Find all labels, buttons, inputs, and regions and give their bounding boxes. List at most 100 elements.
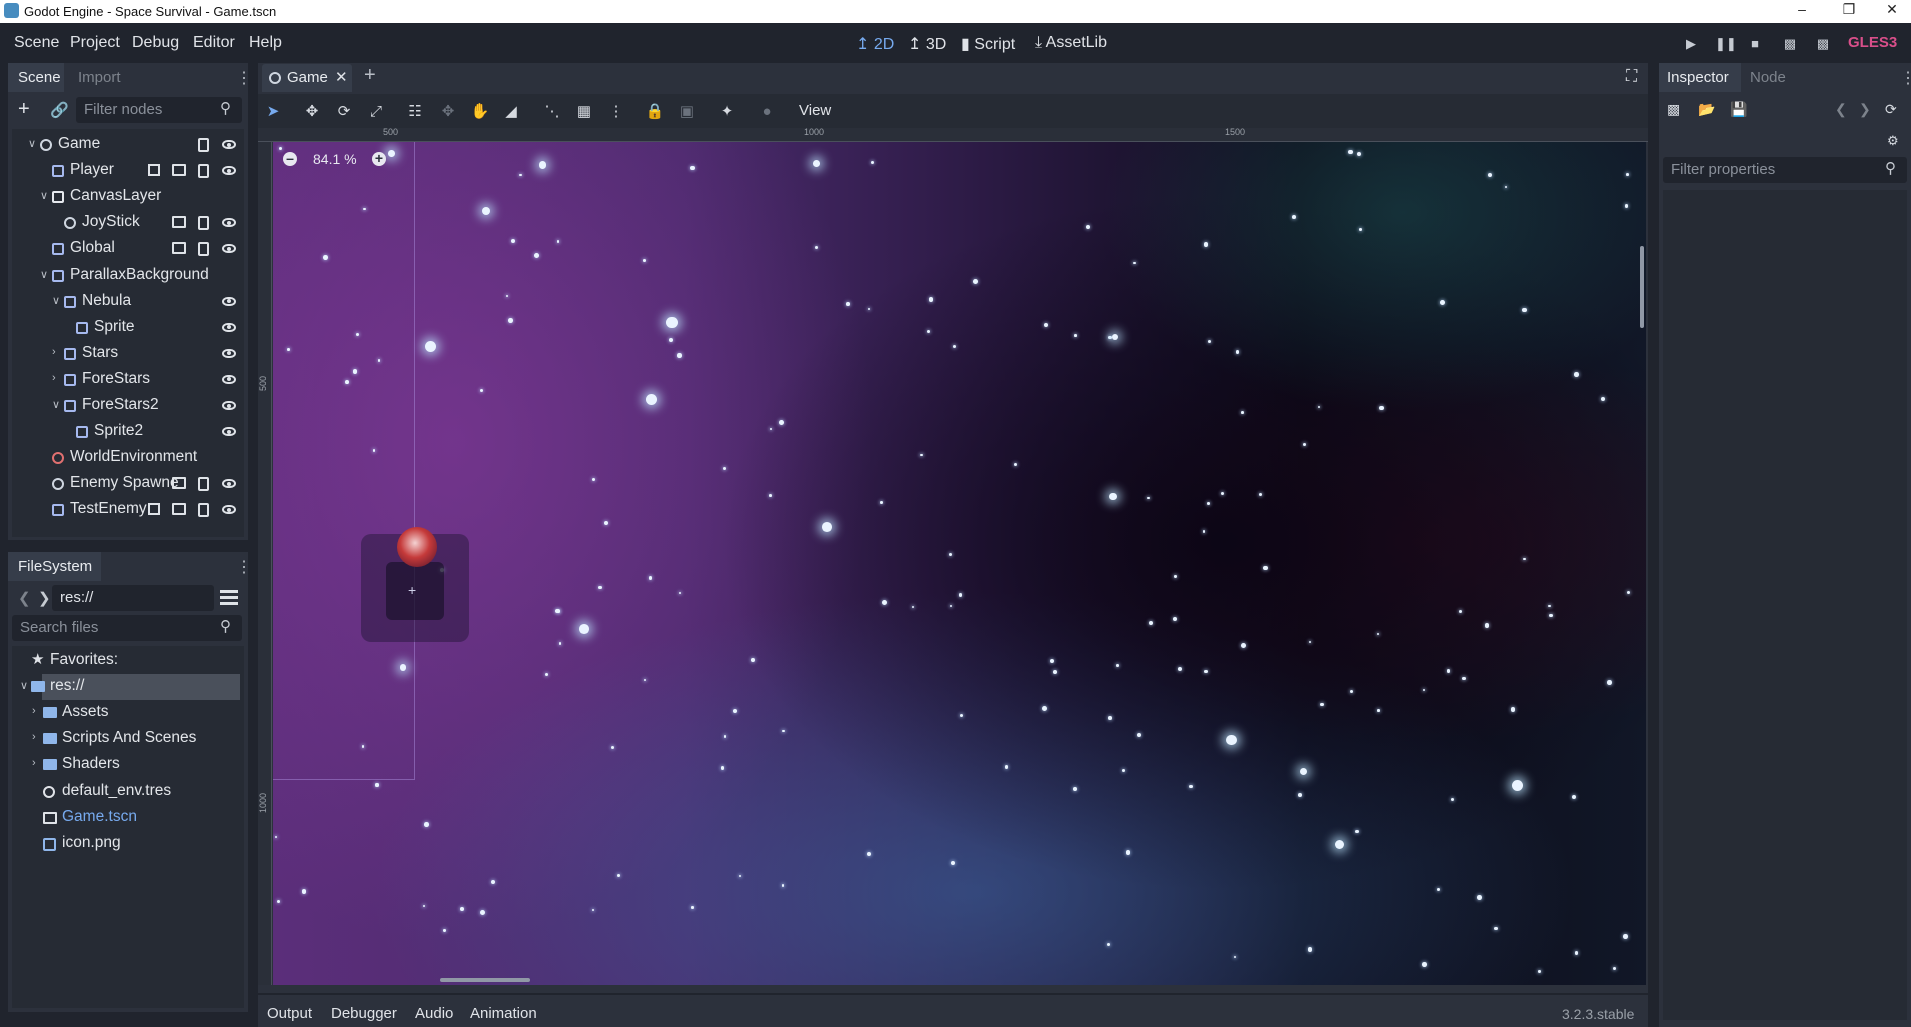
- visibility-eye-icon[interactable]: [222, 348, 236, 358]
- instance-scene-icon[interactable]: [172, 164, 186, 177]
- history-icon[interactable]: ⟳: [1885, 101, 1897, 118]
- smart-snap-icon[interactable]: ⋱: [541, 101, 563, 123]
- inspector-menu-icon[interactable]: ⋮: [1900, 68, 1911, 88]
- player-sprite[interactable]: [397, 527, 437, 567]
- expand-arrow-icon[interactable]: ›: [32, 705, 36, 717]
- instance-scene-icon[interactable]: [172, 242, 186, 255]
- close-window-icon[interactable]: ✕: [1872, 1, 1911, 18]
- script-attached-icon[interactable]: [198, 477, 209, 492]
- filter-nodes-input[interactable]: Filter nodes ⚲: [76, 97, 242, 123]
- workspace-assetlib-button[interactable]: ⤓ AssetLib: [1035, 34, 1107, 52]
- menu-help[interactable]: Help: [249, 34, 282, 52]
- expand-arrow-icon[interactable]: ›: [52, 346, 56, 358]
- menu-scene[interactable]: Scene: [14, 34, 59, 52]
- scene-tree-item[interactable]: JoyStick: [12, 210, 244, 236]
- scene-tab-game[interactable]: Game ✕: [262, 64, 352, 92]
- folder-item[interactable]: ∨ res://: [12, 674, 244, 701]
- pan-tool-icon[interactable]: ✋: [469, 101, 491, 123]
- visibility-eye-icon[interactable]: [222, 296, 236, 306]
- minimize-icon[interactable]: –: [1782, 1, 1822, 17]
- bottom-tab-animation[interactable]: Animation: [470, 1005, 537, 1022]
- scene-tree-item[interactable]: Sprite: [12, 315, 244, 341]
- visibility-eye-icon[interactable]: [222, 401, 236, 410]
- grid-snap-icon[interactable]: ▦: [573, 101, 595, 123]
- rotate-tool-icon[interactable]: ⟳: [333, 101, 355, 123]
- scene-tree-item[interactable]: ∨ Nebula: [12, 289, 244, 315]
- forward-icon[interactable]: ❯: [38, 589, 51, 607]
- folder-item[interactable]: › Assets: [12, 700, 244, 726]
- horizontal-scrollbar[interactable]: [440, 978, 530, 982]
- bottom-tab-debugger[interactable]: Debugger: [331, 1005, 397, 1022]
- collapse-arrow-icon[interactable]: ∨: [52, 398, 60, 411]
- group-indicator-icon[interactable]: [148, 164, 160, 177]
- script-attached-icon[interactable]: [198, 164, 209, 179]
- bottom-tab-audio[interactable]: Audio: [415, 1005, 453, 1022]
- scene-tree-item[interactable]: ∨ Game: [12, 132, 244, 158]
- visibility-eye-icon[interactable]: [222, 218, 236, 228]
- collapse-arrow-icon[interactable]: ∨: [52, 294, 60, 307]
- folder-item[interactable]: › Scripts And Scenes: [12, 726, 244, 752]
- back-icon[interactable]: ❮: [18, 589, 31, 607]
- visibility-eye-icon[interactable]: [222, 479, 236, 489]
- bottom-tab-output[interactable]: Output: [267, 1005, 312, 1022]
- lock-icon[interactable]: 🔒: [644, 101, 666, 123]
- scene-tree-item[interactable]: Global: [12, 236, 244, 262]
- zoom-in-icon[interactable]: +: [372, 151, 386, 166]
- workspace-2d-button[interactable]: ↥ 2D: [856, 34, 894, 54]
- stop-icon[interactable]: ■: [1747, 36, 1763, 52]
- pivot-tool-icon[interactable]: ✥: [437, 101, 459, 123]
- zoom-out-icon[interactable]: –: [283, 151, 297, 166]
- scene-tree-item[interactable]: Player: [12, 158, 244, 184]
- play-scene-icon[interactable]: ▩: [1782, 36, 1798, 52]
- instance-scene-icon[interactable]: [172, 503, 186, 516]
- instance-scene-icon[interactable]: [172, 477, 186, 490]
- tab-node[interactable]: Node: [1750, 69, 1786, 86]
- visibility-eye-icon[interactable]: [222, 140, 236, 149]
- menu-editor[interactable]: Editor: [193, 34, 235, 52]
- tab-import[interactable]: Import: [78, 69, 121, 86]
- scene-tree-item[interactable]: Sprite2: [12, 419, 244, 445]
- camera-icon[interactable]: ●: [756, 101, 778, 123]
- scene-tree-item[interactable]: ∨ ParallaxBackground: [12, 263, 244, 289]
- link-icon[interactable]: 🔗: [50, 101, 69, 119]
- ruler-tool-icon[interactable]: ◢: [500, 101, 522, 123]
- scene-tree-item[interactable]: ∨ ForeStars2: [12, 393, 244, 419]
- toggle-split-icon[interactable]: [220, 588, 238, 605]
- distraction-free-icon[interactable]: ⛶: [1626, 68, 1637, 86]
- move-tool-icon[interactable]: ✥: [301, 101, 323, 123]
- filesystem-menu-icon[interactable]: ⋮: [236, 557, 252, 577]
- file-item[interactable]: ★ Favorites:: [12, 648, 244, 674]
- object-properties-icon[interactable]: ⚙: [1887, 133, 1899, 149]
- collapse-arrow-icon[interactable]: ∨: [40, 268, 48, 281]
- path-input[interactable]: res://: [52, 585, 214, 611]
- visibility-eye-icon[interactable]: [222, 322, 236, 332]
- script-attached-icon[interactable]: [198, 216, 209, 231]
- scene-tree-item[interactable]: WorldEnvironment: [12, 445, 244, 471]
- snap-options-icon[interactable]: ⋮: [605, 101, 627, 123]
- visibility-eye-icon[interactable]: [222, 244, 236, 254]
- collapse-arrow-icon[interactable]: ∨: [20, 679, 28, 692]
- workspace-3d-button[interactable]: ↥ 3D: [908, 34, 946, 54]
- expand-arrow-icon[interactable]: ›: [52, 372, 56, 384]
- scale-tool-icon[interactable]: ⤢: [365, 101, 387, 123]
- list-select-icon[interactable]: ☷: [404, 101, 426, 123]
- view-menu[interactable]: View: [799, 102, 831, 119]
- play-icon[interactable]: ▶: [1683, 36, 1699, 52]
- vertical-scrollbar[interactable]: [1640, 246, 1644, 328]
- new-resource-icon[interactable]: ▩: [1667, 101, 1680, 118]
- close-tab-icon[interactable]: ✕: [335, 68, 348, 86]
- play-custom-scene-icon[interactable]: ▩: [1815, 36, 1831, 52]
- select-tool-icon[interactable]: ➤: [262, 101, 284, 123]
- zoom-level[interactable]: 84.1 %: [313, 151, 357, 167]
- file-item[interactable]: default_env.tres: [12, 779, 244, 805]
- file-item[interactable]: Game.tscn: [12, 805, 244, 831]
- folder-item[interactable]: › Shaders: [12, 752, 244, 778]
- dock-menu-icon[interactable]: ⋮: [236, 68, 252, 88]
- scene-tree-item[interactable]: › ForeStars: [12, 367, 244, 393]
- collapse-arrow-icon[interactable]: ∨: [40, 189, 48, 202]
- search-files-input[interactable]: Search files ⚲: [12, 615, 242, 641]
- visibility-eye-icon[interactable]: [222, 505, 236, 515]
- script-attached-icon[interactable]: [198, 138, 209, 152]
- group-indicator-icon[interactable]: [148, 503, 160, 516]
- history-forward-icon[interactable]: ❯: [1859, 101, 1871, 118]
